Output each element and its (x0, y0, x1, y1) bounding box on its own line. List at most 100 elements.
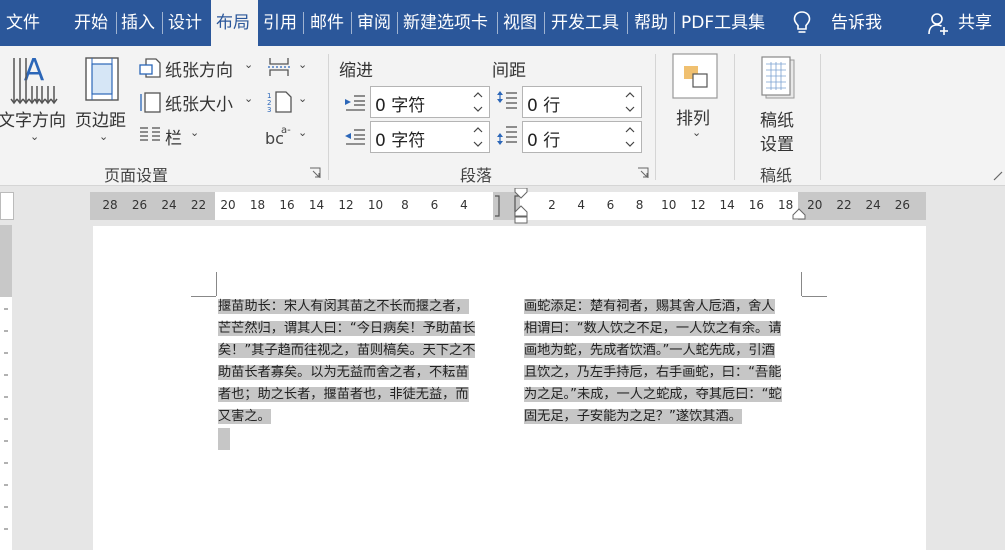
tab-review[interactable]: 审阅 (357, 0, 391, 46)
spin-down-icon[interactable] (473, 139, 483, 149)
chevron-down-icon[interactable]: ⌄ (30, 130, 39, 143)
text-line-content[interactable]: 者也；助之长者，揠苗者也，非徒无益，而 (218, 387, 469, 402)
indent-left-spinner[interactable]: 0 字符 (370, 86, 490, 118)
tab-help[interactable]: 帮助 (634, 0, 668, 46)
text-direction-label[interactable]: 文字方向 (0, 106, 66, 131)
spacing-before-value[interactable]: 0 行 (527, 91, 560, 116)
chevron-down-icon[interactable]: ⌄ (99, 130, 108, 143)
ruler-number: 26 (131, 198, 148, 212)
ribbon-tab-bar: 文件 开始 插入 设计 布局 引用 邮件 审阅 新建选项卡 视图 开发工具 帮助… (0, 0, 1005, 46)
share-person-icon[interactable] (928, 12, 950, 36)
paper-size-icon[interactable] (138, 90, 162, 114)
margins-icon[interactable] (84, 56, 120, 102)
tab-mailings[interactable]: 邮件 (310, 0, 344, 46)
margins-label[interactable]: 页边距 (75, 106, 126, 131)
text-line-content[interactable]: 芒芒然归，谓其人曰：“今日病矣！予助苗长 (218, 321, 476, 336)
chevron-down-icon[interactable]: ⌄ (298, 126, 307, 139)
spacing-after-spinner[interactable]: 0 行 (522, 121, 642, 153)
dialog-launcher-icon[interactable] (637, 167, 649, 179)
columns-label[interactable]: 栏 (165, 124, 182, 149)
indent-right-spinner[interactable]: 0 字符 (370, 121, 490, 153)
tell-me-search[interactable]: 告诉我 (831, 0, 882, 46)
tab-selector[interactable] (0, 192, 14, 220)
tab-home[interactable]: 开始 (74, 0, 108, 46)
arrange-icon[interactable] (672, 53, 718, 99)
ruler-number: 22 (836, 198, 852, 212)
page-setup-group-label: 页面设置 (104, 166, 169, 185)
text-line-content[interactable]: 相谓曰：“数人饮之不足，一人饮之有余。请 (524, 321, 782, 336)
chevron-down-icon[interactable]: ⌄ (692, 126, 701, 139)
indent-marker[interactable] (514, 188, 528, 224)
spacing-after-value[interactable]: 0 行 (527, 126, 560, 151)
breaks-icon[interactable] (266, 56, 294, 78)
spin-up-icon[interactable] (473, 90, 483, 100)
text-line-content[interactable]: 助苗长者寡矣。以为无益而舍之者，不耘苗 (218, 365, 469, 380)
chevron-down-icon[interactable]: ⌄ (244, 58, 253, 71)
text-line-content[interactable]: 且饮之，乃左手持卮，右手画蛇，曰：“吾能 (524, 365, 782, 380)
share-button[interactable]: 共享 (958, 0, 992, 46)
text-line: 又害之。 (218, 406, 498, 428)
lightbulb-icon[interactable] (792, 10, 812, 36)
hyphenation-icon[interactable]: bc a- (264, 122, 294, 148)
tab-pdf-tools[interactable]: PDF工具集 (681, 0, 765, 46)
indent-left-icon (345, 95, 365, 111)
chevron-down-icon[interactable]: ⌄ (190, 126, 199, 139)
orientation-icon[interactable] (138, 56, 162, 80)
dialog-launcher-icon[interactable] (309, 167, 321, 179)
column-1-text[interactable]: 揠苗助长：宋人有闵其苗之不长而揠之者， 芒芒然归，谓其人曰：“今日病矣！予助苗长… (218, 296, 498, 458)
tab-new-tab[interactable]: 新建选项卡 (403, 0, 488, 46)
ruler-number: 14 (719, 198, 735, 212)
spin-down-icon[interactable] (625, 139, 635, 149)
group-divider (734, 54, 735, 180)
manuscript-paper-icon[interactable] (760, 56, 796, 102)
tab-design[interactable]: 设计 (168, 0, 202, 46)
svg-text:A: A (24, 53, 45, 88)
collapse-ribbon-icon[interactable] (992, 170, 1004, 182)
tab-insert[interactable]: 插入 (121, 0, 155, 46)
text-line-content[interactable]: 为之足。”未成，一人之蛇成，夺其卮曰：“蛇 (524, 387, 782, 402)
orientation-label[interactable]: 纸张方向 (165, 56, 233, 81)
indent-left-value[interactable]: 0 字符 (375, 91, 425, 116)
line-numbers-icon[interactable]: 1 2 3 (266, 90, 294, 114)
chevron-down-icon[interactable]: ⌄ (298, 58, 307, 71)
manuscript-label-line2[interactable]: 设置 (760, 130, 794, 155)
text-line-content[interactable]: 矣！”其子趋而往视之，苗则槁矣。天下之不 (218, 343, 476, 358)
chevron-down-icon[interactable]: ⌄ (298, 92, 307, 105)
column-2-text[interactable]: 画蛇添足：楚有祠者，赐其舍人卮酒，舍人 相谓曰：“数人饮之不足，一人饮之有余。请… (524, 296, 804, 428)
text-line-content[interactable]: 固无足，子安能为之足？”遂饮其酒。 (524, 409, 742, 424)
right-indent-marker[interactable] (792, 208, 806, 220)
text-line: 且饮之，乃左手持卮，右手画蛇，曰：“吾能 (524, 362, 804, 384)
tab-layout[interactable]: 布局 (211, 0, 258, 46)
spin-up-icon[interactable] (625, 125, 635, 135)
ruler-number: 26 (894, 198, 911, 212)
tab-references[interactable]: 引用 (263, 0, 297, 46)
spin-up-icon[interactable] (473, 125, 483, 135)
spacing-before-spinner[interactable]: 0 行 (522, 86, 642, 118)
text-line-content[interactable]: 揠苗助长：宋人有闵其苗之不长而揠之者， (218, 299, 469, 314)
columns-icon[interactable] (138, 124, 162, 146)
text-line: 固无足，子安能为之足？”遂饮其酒。 (524, 406, 804, 428)
spacing-before-icon (497, 91, 517, 109)
text-line-content[interactable]: 画蛇添足：楚有祠者，赐其舍人卮酒，舍人 (524, 299, 775, 314)
ruler-number: 18 (777, 198, 794, 212)
spin-up-icon[interactable] (625, 90, 635, 100)
tab-view[interactable]: 视图 (503, 0, 537, 46)
tab-developer[interactable]: 开发工具 (551, 0, 619, 46)
text-line-content[interactable]: 又害之。 (218, 409, 271, 424)
horizontal-ruler[interactable]: 28 26 24 22 20 18 16 14 12 10 8 6 4 2 4 6 8 10 12 14 16 18 20… (90, 188, 926, 224)
chevron-down-icon[interactable]: ⌄ (244, 92, 253, 105)
text-line: 者也；助之长者，揠苗者也，非徒无益，而 (218, 384, 498, 406)
text-direction-icon[interactable]: A (8, 52, 60, 108)
ruler-number: 16 (748, 198, 765, 212)
indent-right-value[interactable]: 0 字符 (375, 126, 425, 151)
manuscript-label-line1[interactable]: 稿纸 (760, 106, 794, 131)
spin-down-icon[interactable] (625, 104, 635, 114)
paper-size-label[interactable]: 纸张大小 (165, 90, 233, 115)
text-line-content[interactable]: 画地为蛇，先成者饮酒。”一人蛇先成，引酒 (524, 343, 775, 358)
document-page[interactable]: 揠苗助长：宋人有闵其苗之不长而揠之者， 芒芒然归，谓其人曰：“今日病矣！予助苗长… (93, 226, 926, 550)
group-divider (328, 54, 329, 180)
spin-down-icon[interactable] (473, 104, 483, 114)
text-line (218, 428, 498, 458)
tab-file[interactable]: 文件 (6, 0, 40, 46)
spacing-after-icon (497, 126, 517, 145)
